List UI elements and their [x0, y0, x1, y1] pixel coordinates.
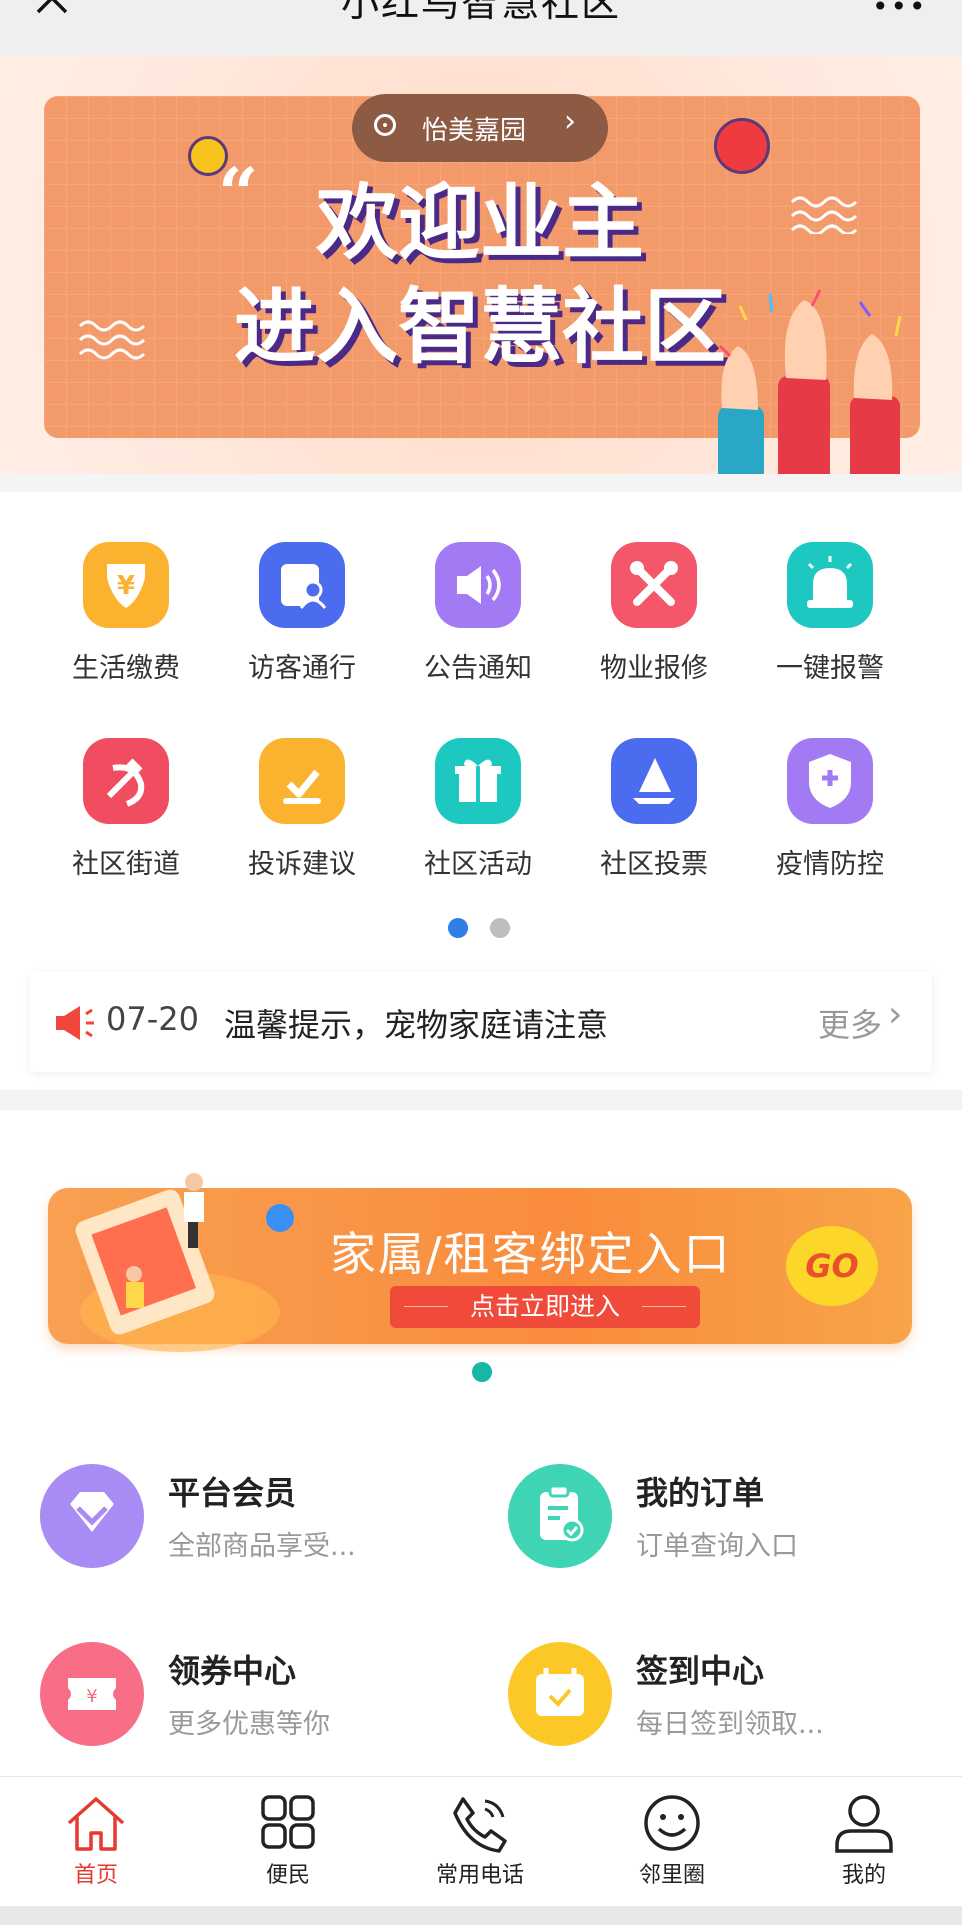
service-subtitle: 订单查询入口	[636, 1531, 798, 1562]
service-title: 平台会员	[168, 1474, 297, 1512]
service-membership[interactable]: 平台会员 全部商品享受...	[40, 1464, 480, 1574]
coupon-icon: ¥	[40, 1642, 144, 1746]
chevron-right-icon: ›	[564, 104, 576, 139]
tab-label: 便民	[265, 1863, 310, 1888]
visitor-pass-icon	[259, 542, 345, 628]
tab-phone[interactable]: 常用电话	[384, 1777, 576, 1889]
grid-item-label: 物业报修	[600, 653, 708, 684]
service-subtitle: 每日签到领取...	[636, 1709, 824, 1740]
gift-box-icon	[435, 738, 521, 824]
go-button[interactable]: GO	[786, 1226, 878, 1306]
complaint-check-icon	[259, 738, 345, 824]
service-subtitle: 全部商品享受...	[168, 1531, 356, 1562]
wave-decoration	[78, 320, 146, 360]
grid-item-epidemic[interactable]: 疫情防控	[742, 738, 918, 881]
page-dot[interactable]	[490, 918, 510, 938]
grid-item-vote[interactable]: 社区投票	[566, 738, 742, 881]
headline-line-1: 欢迎业主	[315, 176, 644, 271]
phone-icon	[453, 1797, 507, 1853]
chevron-right-icon: ›	[888, 994, 903, 1035]
grid-item-complaint[interactable]: 投诉建议	[214, 738, 390, 881]
grid-item-repair[interactable]: 物业报修	[566, 542, 742, 685]
tab-label: 邻里圈	[638, 1863, 705, 1888]
tab-neighborhood[interactable]: 邻里圈	[576, 1777, 768, 1889]
repair-tools-icon	[611, 542, 697, 628]
grid-item-activity[interactable]: 社区活动	[390, 738, 566, 881]
medical-shield-icon	[787, 738, 873, 824]
clapping-hands-illustration	[718, 289, 902, 474]
page-dot-active[interactable]	[448, 918, 468, 938]
service-title: 领券中心	[168, 1652, 297, 1690]
navigation-bar: 小红鸟智慧社区 •••	[0, 0, 962, 56]
home-icon	[67, 1797, 125, 1851]
promo-carousel-dot[interactable]	[472, 1362, 492, 1382]
service-title: 我的订单	[636, 1474, 765, 1512]
notice-text: 温馨提示，宠物家庭请注意	[224, 1006, 609, 1044]
diamond-icon	[40, 1464, 144, 1568]
alarm-siren-icon	[787, 542, 873, 628]
svg-text:¥: ¥	[86, 1686, 97, 1707]
grid-item-label: 投诉建议	[248, 849, 356, 880]
grid-icon	[261, 1795, 315, 1849]
grid-item-label: 社区投票	[600, 849, 708, 880]
service-coupons[interactable]: ¥ 领券中心 更多优惠等你	[40, 1642, 480, 1752]
tab-label: 首页	[73, 1863, 118, 1888]
banner-headline: 欢迎业主 进入智慧社区	[190, 172, 770, 380]
grid-item-payment[interactable]: ¥ 生活缴费	[38, 542, 214, 685]
service-subtitle: 更多优惠等你	[168, 1709, 330, 1740]
hammer-sickle-icon	[83, 738, 169, 824]
notice-bar[interactable]: 07-20 温馨提示，宠物家庭请注意 更多 ›	[30, 972, 932, 1072]
phone-people-illustration	[75, 1173, 294, 1352]
tab-label: 我的	[841, 1863, 886, 1888]
grid-item-announcement[interactable]: 公告通知	[390, 542, 566, 685]
community-name: 怡美嘉园	[422, 116, 527, 146]
headline-line-2: 进入智慧社区	[233, 280, 726, 375]
tab-mine[interactable]: 我的	[768, 1777, 960, 1889]
grid-item-alarm[interactable]: 一键报警	[742, 542, 918, 685]
page-title: 小红鸟智慧社区	[340, 0, 621, 25]
grid-item-visitor[interactable]: 访客通行	[214, 542, 390, 685]
grid-item-label: 生活缴费	[72, 653, 180, 684]
calendar-check-icon	[508, 1642, 612, 1746]
service-title: 签到中心	[636, 1652, 765, 1690]
service-orders[interactable]: 我的订单 订单查询入口	[508, 1464, 948, 1574]
grid-item-label: 社区活动	[424, 849, 532, 880]
system-bottom-strip	[0, 1906, 962, 1925]
more-link[interactable]: 更多	[818, 1000, 882, 1046]
wave-decoration	[790, 196, 858, 234]
grid-item-label: 访客通行	[248, 653, 356, 684]
decor-ball-red	[714, 118, 770, 174]
notice-date: 07-20	[106, 1000, 199, 1038]
tab-home[interactable]: 首页	[0, 1777, 192, 1889]
welcome-banner[interactable]: “ 欢迎业主 进入智慧社区 怡美嘉园 ›	[0, 56, 962, 474]
grid-item-label: 一键报警	[776, 653, 884, 684]
speaker-icon	[435, 542, 521, 628]
tab-label: 常用电话	[435, 1863, 524, 1888]
wallet-yuan-icon: ¥	[83, 542, 169, 628]
megaphone-icon	[56, 1006, 94, 1040]
service-checkin[interactable]: 签到中心 每日签到领取...	[508, 1642, 948, 1752]
svg-text:¥: ¥	[117, 571, 135, 601]
tab-convenience[interactable]: 便民	[192, 1777, 384, 1889]
smiley-icon	[644, 1795, 700, 1851]
grid-item-label: 公告通知	[424, 653, 532, 684]
grid-item-street[interactable]: 社区街道	[38, 738, 214, 881]
vote-ship-icon	[611, 738, 697, 824]
grid-item-label: 社区街道	[72, 849, 180, 880]
clipboard-check-icon	[508, 1464, 612, 1568]
community-selector[interactable]: 怡美嘉园 ›	[352, 94, 608, 162]
more-icon[interactable]: •••	[872, 0, 928, 23]
enter-now-button[interactable]: 点击立即进入	[390, 1286, 700, 1328]
bottom-tab-bar: 首页 便民 常用电话 邻里圈 我的	[0, 1776, 962, 1907]
grid-item-label: 疫情防控	[776, 849, 884, 880]
location-icon	[374, 114, 396, 136]
promo-title: 家属/租客绑定入口	[330, 1227, 732, 1281]
user-icon	[835, 1795, 893, 1853]
